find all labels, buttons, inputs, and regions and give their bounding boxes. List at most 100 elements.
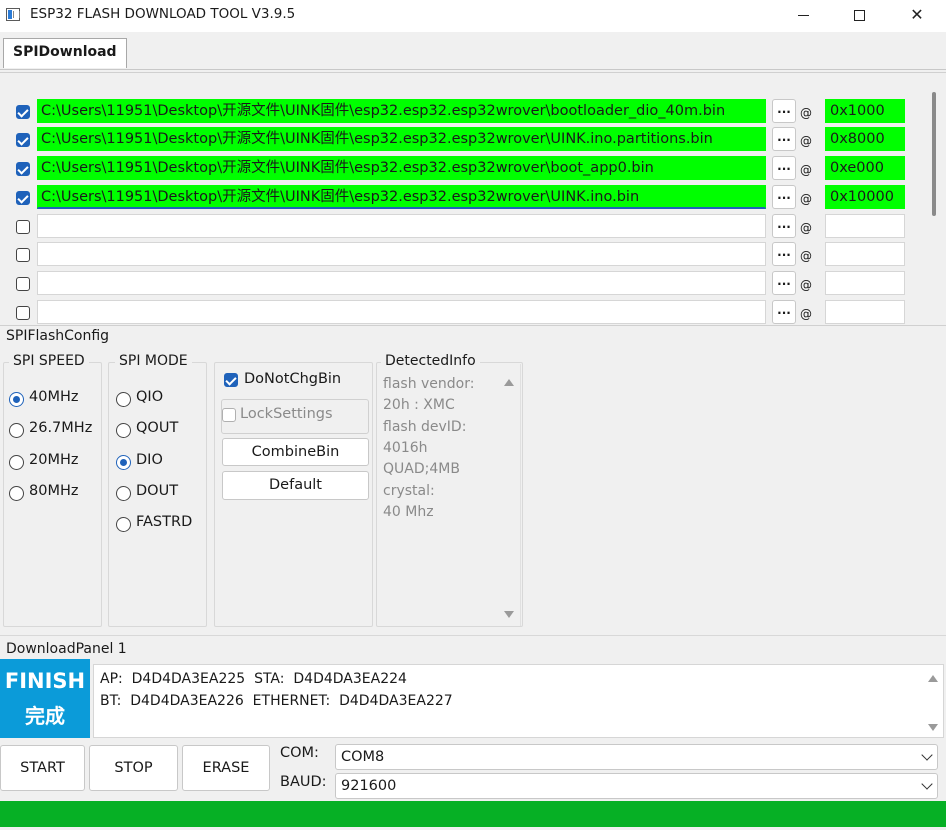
file-6-address-input[interactable] <box>825 271 905 295</box>
file-7-checkbox[interactable] <box>16 306 30 320</box>
speed-option-label: 20MHz <box>29 452 79 468</box>
status-badge: FINISH 完成 <box>0 659 90 738</box>
tab-spidownload[interactable]: SPIDownload <box>3 38 127 68</box>
file-1-path-input[interactable]: C:\Users\11951\Desktop\开源文件\UINK固件\esp32… <box>37 127 766 151</box>
mode-option-label: DOUT <box>136 483 179 499</box>
status-text-cn: 完成 <box>25 704 65 728</box>
speed-radio-3[interactable] <box>9 486 24 501</box>
file-2-browse-button[interactable]: ... <box>772 156 796 180</box>
start-button[interactable]: START <box>0 745 85 791</box>
file-4-browse-button[interactable]: ... <box>772 214 796 238</box>
file-3-browse-button[interactable]: ... <box>772 185 796 209</box>
log-textbox[interactable]: AP: D4D4DA3EA225 STA: D4D4DA3EA224 BT: D… <box>93 664 944 738</box>
file-1-address-input[interactable]: 0x8000 <box>825 127 905 151</box>
stop-button[interactable]: STOP <box>89 745 178 791</box>
window-title: ESP32 FLASH DOWNLOAD TOOL V3.9.5 <box>30 6 296 22</box>
detected-info-line: 20h : XMC <box>383 397 455 414</box>
file-list-scrollbar[interactable] <box>932 92 936 216</box>
speed-radio-2[interactable] <box>9 455 24 470</box>
chevron-down-icon <box>921 778 933 790</box>
file-6-path-input[interactable] <box>37 271 766 295</box>
at-sign-label: @ <box>800 163 812 177</box>
file-3-checkbox[interactable] <box>16 191 30 205</box>
mode-radio-4[interactable] <box>116 517 131 532</box>
com-value: COM8 <box>341 749 385 765</box>
download-panel-title: DownloadPanel 1 <box>6 641 127 657</box>
file-4-address-input[interactable] <box>825 214 905 238</box>
com-select[interactable]: COM8 <box>335 744 938 770</box>
detected-info-line: QUAD;4MB <box>383 461 460 478</box>
speed-option-label: 26.7MHz <box>29 420 93 436</box>
speed-radio-1[interactable] <box>9 423 24 438</box>
chevron-down-icon <box>921 749 933 761</box>
donotchgbin-label: DoNotChgBin <box>244 371 342 387</box>
locksettings-label: LockSettings <box>240 406 333 422</box>
detected-info-line: flash vendor: <box>383 376 475 392</box>
file-4-path-input[interactable] <box>37 214 766 238</box>
log-line: AP: D4D4DA3EA225 STA: D4D4DA3EA224 <box>100 671 407 687</box>
spi-mode-title: SPI MODE <box>115 353 192 369</box>
file-0-path-input[interactable]: C:\Users\11951\Desktop\开源文件\UINK固件\esp32… <box>37 99 766 123</box>
file-5-path-input[interactable] <box>37 242 766 266</box>
file-0-address-input[interactable]: 0x1000 <box>825 99 905 123</box>
info-scroll-down-icon[interactable] <box>504 611 514 618</box>
progress-bar <box>0 801 946 827</box>
file-3-path-input[interactable]: C:\Users\11951\Desktop\开源文件\UINK固件\esp32… <box>37 185 766 209</box>
mode-option-label: QOUT <box>136 420 179 436</box>
file-5-address-input[interactable] <box>825 242 905 266</box>
erase-button[interactable]: ERASE <box>182 745 270 791</box>
file-1-browse-button[interactable]: ... <box>772 127 796 151</box>
close-button[interactable]: ✕ <box>888 0 946 30</box>
mode-radio-0[interactable] <box>116 392 131 407</box>
maximize-button[interactable] <box>830 0 888 30</box>
detected-info-line: flash devID: <box>383 418 467 435</box>
mode-radio-3[interactable] <box>116 486 131 501</box>
at-sign-label: @ <box>800 249 812 263</box>
file-5-browse-button[interactable]: ... <box>772 242 796 266</box>
file-1-checkbox[interactable] <box>16 133 30 147</box>
at-sign-label: @ <box>800 307 812 321</box>
app-icon <box>6 8 20 21</box>
detected-info-line: 4016h <box>383 439 428 456</box>
file-7-address-input[interactable] <box>825 300 905 324</box>
speed-radio-0[interactable] <box>9 392 24 407</box>
file-4-checkbox[interactable] <box>16 220 30 234</box>
minimize-icon <box>797 15 809 16</box>
flash-config-title: SPIFlashConfig <box>6 328 110 344</box>
mode-radio-1[interactable] <box>116 423 131 438</box>
file-0-checkbox[interactable] <box>16 105 30 119</box>
log-scroll-up-icon[interactable] <box>928 675 938 682</box>
mode-radio-2[interactable] <box>116 455 131 470</box>
locksettings-checkbox[interactable] <box>222 408 236 422</box>
at-sign-label: @ <box>800 192 812 206</box>
combinebin-button[interactable]: CombineBin <box>222 438 369 466</box>
donotchgbin-checkbox[interactable] <box>224 373 238 387</box>
speed-option-label: 40MHz <box>29 389 79 405</box>
info-scroll-up-icon[interactable] <box>504 379 514 386</box>
maximize-icon <box>853 10 865 21</box>
file-6-browse-button[interactable]: ... <box>772 271 796 295</box>
mode-option-label: FASTRD <box>136 514 193 530</box>
mode-option-label: QIO <box>136 389 164 405</box>
divider <box>0 325 946 326</box>
file-2-checkbox[interactable] <box>16 162 30 176</box>
log-scroll-down-icon[interactable] <box>928 724 938 731</box>
divider <box>0 635 946 636</box>
file-2-path-input[interactable]: C:\Users\11951\Desktop\开源文件\UINK固件\esp32… <box>37 156 766 180</box>
file-5-checkbox[interactable] <box>16 248 30 262</box>
at-sign-label: @ <box>800 278 812 292</box>
file-6-checkbox[interactable] <box>16 277 30 291</box>
file-2-address-input[interactable]: 0xe000 <box>825 156 905 180</box>
close-icon: ✕ <box>910 5 924 24</box>
com-label: COM: <box>280 745 319 761</box>
baud-select[interactable]: 921600 <box>335 773 938 799</box>
file-0-browse-button[interactable]: ... <box>772 99 796 123</box>
speed-option-label: 80MHz <box>29 483 79 499</box>
default-button[interactable]: Default <box>222 471 369 500</box>
minimize-button[interactable] <box>774 0 832 30</box>
at-sign-label: @ <box>800 221 812 235</box>
file-7-path-input[interactable] <box>37 300 766 324</box>
file-7-browse-button[interactable]: ... <box>772 300 796 324</box>
file-3-address-input[interactable]: 0x10000 <box>825 185 905 209</box>
spi-speed-title: SPI SPEED <box>9 353 89 369</box>
